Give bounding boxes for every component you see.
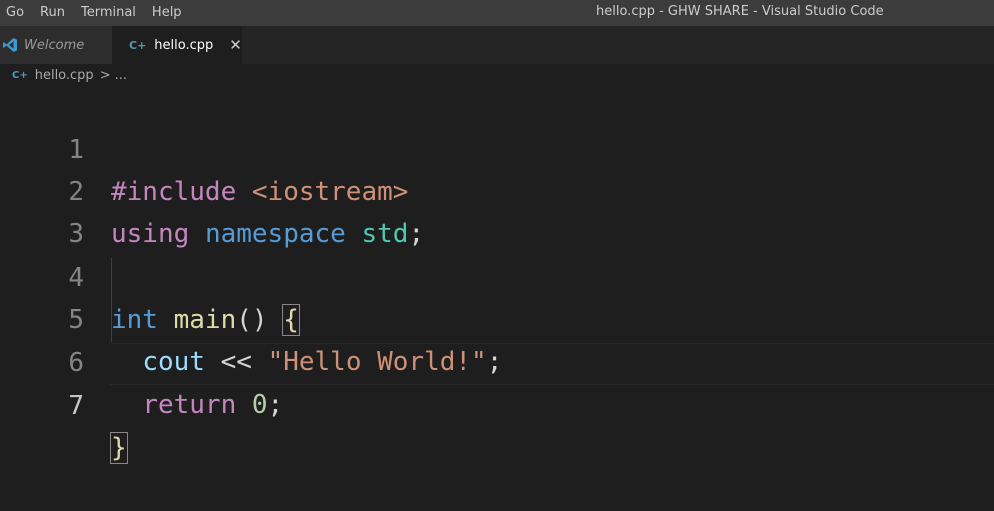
code-token: 0 <box>251 390 268 420</box>
code-line: 3 <box>0 171 994 249</box>
tab-hello-cpp-label: hello.cpp <box>154 37 214 53</box>
code-line: 7 } <box>0 343 994 464</box>
code-line: 6 return 0; <box>0 300 994 420</box>
window-title: hello.cpp - GHW SHARE - Visual Studio Co… <box>596 4 884 19</box>
code-editor[interactable]: 1 #include <iostream> 2 using namespace … <box>0 86 994 464</box>
breadcrumb-file[interactable]: hello.cpp <box>35 68 94 83</box>
chevron-right-icon: > <box>99 67 111 83</box>
vscode-logo-icon <box>3 38 17 52</box>
code-line: 4 int main() { <box>0 215 994 336</box>
cpp-file-icon: C+ <box>12 69 28 81</box>
tab-bar: Welcome C+ hello.cpp ✕ <box>0 26 994 64</box>
tab-hello-cpp[interactable]: C+ hello.cpp ✕ <box>112 26 242 64</box>
code-token: ; <box>267 390 284 420</box>
code-token: return <box>142 390 237 420</box>
close-icon[interactable]: ✕ <box>229 36 242 54</box>
code-line: 5 cout << "Hello World!"; <box>0 257 994 377</box>
tab-welcome-label: Welcome <box>24 37 85 53</box>
tab-welcome[interactable]: Welcome <box>0 26 112 64</box>
code-line: 2 using namespace std; <box>0 129 994 249</box>
code-token: } <box>110 432 128 464</box>
code-line: 1 #include <iostream> <box>0 87 994 207</box>
menu-run[interactable]: Run <box>32 0 73 26</box>
menu-bar: Go Run Terminal Help <box>0 0 190 26</box>
breadcrumb-more[interactable]: ... <box>115 68 127 83</box>
title-bar: Go Run Terminal Help hello.cpp - GHW SHA… <box>0 0 994 26</box>
line-number: 7 <box>68 391 84 421</box>
menu-help[interactable]: Help <box>144 0 190 26</box>
breadcrumb: C+ hello.cpp > ... <box>0 64 994 86</box>
cpp-file-icon: C+ <box>129 38 147 52</box>
menu-terminal[interactable]: Terminal <box>73 0 144 26</box>
menu-go[interactable]: Go <box>0 0 32 26</box>
